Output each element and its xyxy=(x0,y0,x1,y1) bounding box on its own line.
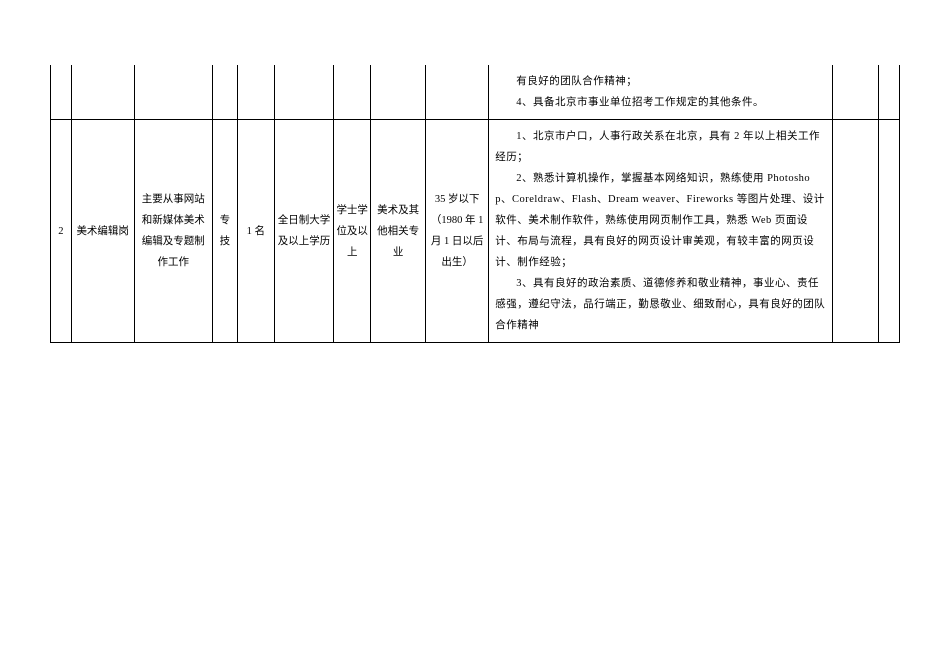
cell-note1 xyxy=(833,120,879,343)
cell-count: 1 名 xyxy=(237,120,274,343)
req-line: 3、具有良好的政治素质、道德修养和敬业精神，事业心、责任感强，遵纪守法，品行端正… xyxy=(495,273,826,336)
cell-age: 35 岁以下（1980 年 1 月 1 日以后出生） xyxy=(426,120,489,343)
cell-category: 专技 xyxy=(212,120,237,343)
cell-major: 美术及其他相关专业 xyxy=(371,120,426,343)
cell-duty xyxy=(134,65,212,120)
req-line: 1、北京市户口，人事行政关系在北京，具有 2 年以上相关工作经历； xyxy=(495,126,826,168)
cell-degree xyxy=(334,65,371,120)
cell-age xyxy=(426,65,489,120)
cell-requirements: 1、北京市户口，人事行政关系在北京，具有 2 年以上相关工作经历； 2、熟悉计算… xyxy=(489,120,833,343)
req-line: 2、熟悉计算机操作，掌握基本网络知识，熟练使用 Photoshop、Coreld… xyxy=(495,168,826,273)
cell-note2 xyxy=(879,65,900,120)
cell-index: 2 xyxy=(51,120,72,343)
cell-category xyxy=(212,65,237,120)
cell-position: 美术编辑岗 xyxy=(71,120,134,343)
cell-education: 全日制大学及以上学历 xyxy=(274,120,334,343)
cell-major xyxy=(371,65,426,120)
cell-duty: 主要从事网站和新媒体美术编辑及专题制作工作 xyxy=(134,120,212,343)
cell-index xyxy=(51,65,72,120)
req-line: 4、具备北京市事业单位招考工作规定的其他条件。 xyxy=(495,92,826,113)
recruitment-table: 有良好的团队合作精神； 4、具备北京市事业单位招考工作规定的其他条件。 2 美术… xyxy=(50,65,900,343)
cell-count xyxy=(237,65,274,120)
cell-degree: 学士学位及以上 xyxy=(334,120,371,343)
table-row: 有良好的团队合作精神； 4、具备北京市事业单位招考工作规定的其他条件。 xyxy=(51,65,900,120)
cell-note1 xyxy=(833,65,879,120)
table-row: 2 美术编辑岗 主要从事网站和新媒体美术编辑及专题制作工作 专技 1 名 全日制… xyxy=(51,120,900,343)
cell-education xyxy=(274,65,334,120)
cell-note2 xyxy=(879,120,900,343)
req-line: 有良好的团队合作精神； xyxy=(495,71,826,92)
cell-requirements: 有良好的团队合作精神； 4、具备北京市事业单位招考工作规定的其他条件。 xyxy=(489,65,833,120)
cell-position xyxy=(71,65,134,120)
